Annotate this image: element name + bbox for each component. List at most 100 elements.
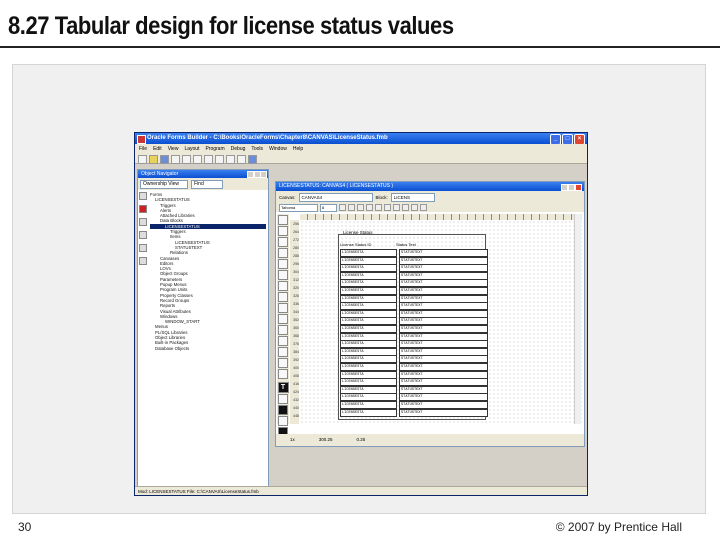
- group-icon[interactable]: [411, 204, 418, 211]
- menu-item-program[interactable]: Program: [205, 144, 224, 154]
- menu-item-help[interactable]: Help: [293, 144, 303, 154]
- canvas-select[interactable]: CANVAS4: [298, 192, 373, 202]
- list-tool-icon[interactable]: [278, 358, 288, 368]
- line-tool-icon[interactable]: [278, 259, 288, 269]
- menu-item-edit[interactable]: Edit: [153, 144, 162, 154]
- frame-tool-icon[interactable]: [278, 369, 288, 379]
- help-icon[interactable]: [248, 155, 257, 164]
- open-icon[interactable]: [149, 155, 158, 164]
- line-color-icon[interactable]: [278, 405, 288, 415]
- layout-editor-window[interactable]: LICENSESTATUS: CANVAS4 ( LICENSESTATUS )…: [275, 181, 585, 447]
- ruler-mark: 392: [293, 358, 299, 362]
- bold-icon[interactable]: [339, 204, 346, 211]
- ungroup-icon[interactable]: [420, 204, 427, 211]
- ruler-mark: 408: [293, 374, 299, 378]
- record-row: LICENSESTA STATUSTEXT: [340, 363, 488, 371]
- navigator-scope-select[interactable]: Ownership View: [140, 180, 188, 189]
- window-title-bar[interactable]: Oracle Forms Builder - C:\Books\OracleFo…: [135, 133, 587, 144]
- editor-status-line: 1x 300.25 0.25: [276, 434, 584, 446]
- align-center-icon[interactable]: [375, 204, 382, 211]
- new-icon[interactable]: [138, 155, 147, 164]
- ruler-mark: 280: [293, 246, 299, 250]
- fill-color-icon[interactable]: [278, 394, 288, 404]
- font-size-select[interactable]: 8: [320, 203, 337, 212]
- collapse-icon[interactable]: [139, 231, 147, 239]
- block-select[interactable]: LICENS: [390, 192, 435, 202]
- delete-icon[interactable]: [139, 205, 147, 213]
- title-divider: [0, 46, 720, 48]
- undo-icon[interactable]: [215, 155, 224, 164]
- editor-close-button[interactable]: [575, 184, 582, 191]
- navigator-find-field[interactable]: Find: [191, 180, 223, 189]
- license-status-id-field[interactable]: LICENSESTA: [340, 408, 397, 417]
- object-navigator[interactable]: Object Navigator Ownership View Find For…: [137, 169, 269, 489]
- send-back-icon[interactable]: [402, 204, 409, 211]
- editor-maximize-button[interactable]: [568, 184, 575, 191]
- record-row: LICENSESTA STATUSTEXT: [340, 393, 488, 402]
- layout-canvas[interactable]: License Status License Status ID Status …: [300, 220, 582, 424]
- canvas-label: Canvas:: [279, 194, 296, 200]
- record-row: LICENSESTA STATUSTEXT: [340, 370, 488, 379]
- menu-bar: File Edit View Layout Program Debug Tools Windo…: [135, 144, 587, 154]
- navigator-toolbar: Ownership View Find: [138, 178, 268, 190]
- radio-tool-icon[interactable]: [278, 336, 288, 346]
- text-color-icon[interactable]: [278, 416, 288, 426]
- menu-item-tools[interactable]: Tools: [251, 144, 263, 154]
- record-row: LICENSESTA STATUSTEXT: [340, 317, 488, 326]
- block-label: Block:: [375, 194, 388, 200]
- menu-item-file[interactable]: File: [139, 144, 147, 154]
- polygon-tool-icon[interactable]: [278, 292, 288, 302]
- editor-minimize-button[interactable]: [561, 184, 568, 191]
- underline-icon[interactable]: [357, 204, 364, 211]
- object-navigator-title-bar[interactable]: Object Navigator: [138, 170, 268, 178]
- editor-vertical-scrollbar[interactable]: [574, 214, 581, 424]
- zoom-readout: 1x: [290, 437, 295, 442]
- navigator-minimize-button[interactable]: [247, 171, 254, 178]
- paste-icon[interactable]: [204, 155, 213, 164]
- italic-icon[interactable]: [348, 204, 355, 211]
- align-left-icon[interactable]: [366, 204, 373, 211]
- arc-tool-icon[interactable]: [278, 281, 288, 291]
- checkbox-tool-icon[interactable]: [278, 325, 288, 335]
- align-right-icon[interactable]: [384, 204, 391, 211]
- forms-builder-window[interactable]: Oracle Forms Builder - C:\Books\OracleFo…: [134, 132, 588, 496]
- tree-node[interactable]: Database Objects: [150, 346, 266, 351]
- collapse-all-icon[interactable]: [139, 257, 147, 265]
- font-select[interactable]: Tahoma: [279, 203, 318, 212]
- cut-icon[interactable]: [182, 155, 191, 164]
- button-tool-icon[interactable]: [278, 314, 288, 324]
- debug-icon[interactable]: [237, 155, 246, 164]
- compile-icon[interactable]: [226, 155, 235, 164]
- run-icon[interactable]: [171, 155, 180, 164]
- ruler-mark: 384: [293, 350, 299, 354]
- layout-editor-title-bar[interactable]: LICENSESTATUS: CANVAS4 ( LICENSESTATUS ): [276, 182, 584, 191]
- ellipse-tool-icon[interactable]: [278, 270, 288, 280]
- text-tool-icon[interactable]: T: [277, 382, 289, 393]
- copy-icon[interactable]: [193, 155, 202, 164]
- rotate-tool-icon[interactable]: [278, 226, 288, 236]
- expand-icon[interactable]: [139, 218, 147, 226]
- select-tool-icon[interactable]: [278, 215, 288, 225]
- close-button[interactable]: ×: [574, 134, 585, 144]
- expand-all-icon[interactable]: [139, 244, 147, 252]
- minimize-button[interactable]: _: [550, 134, 561, 144]
- rectangle-tool-icon[interactable]: [278, 248, 288, 258]
- layout-editor-title: LICENSESTATUS: CANVAS4 ( LICENSESTATUS ): [279, 183, 394, 189]
- menu-item-layout[interactable]: Layout: [184, 144, 199, 154]
- navigator-close-button[interactable]: [260, 171, 267, 178]
- menu-item-view[interactable]: View: [168, 144, 179, 154]
- bring-front-icon[interactable]: [393, 204, 400, 211]
- magnify-tool-icon[interactable]: [278, 237, 288, 247]
- record-row: LICENSESTA STATUSTEXT: [340, 249, 488, 257]
- menu-item-debug[interactable]: Debug: [231, 144, 246, 154]
- status-text-field[interactable]: STATUSTEXT: [399, 408, 488, 417]
- maximize-button[interactable]: □: [562, 134, 573, 144]
- menu-item-window[interactable]: Window: [269, 144, 287, 154]
- open-icon[interactable]: [139, 192, 147, 200]
- ruler-mark: 376: [293, 342, 299, 346]
- image-tool-icon[interactable]: [278, 347, 288, 357]
- ruler-mark: 368: [293, 334, 299, 338]
- text-item-tool-icon[interactable]: [278, 303, 288, 313]
- ruler-mark: 448: [293, 414, 299, 418]
- save-icon[interactable]: [160, 155, 169, 164]
